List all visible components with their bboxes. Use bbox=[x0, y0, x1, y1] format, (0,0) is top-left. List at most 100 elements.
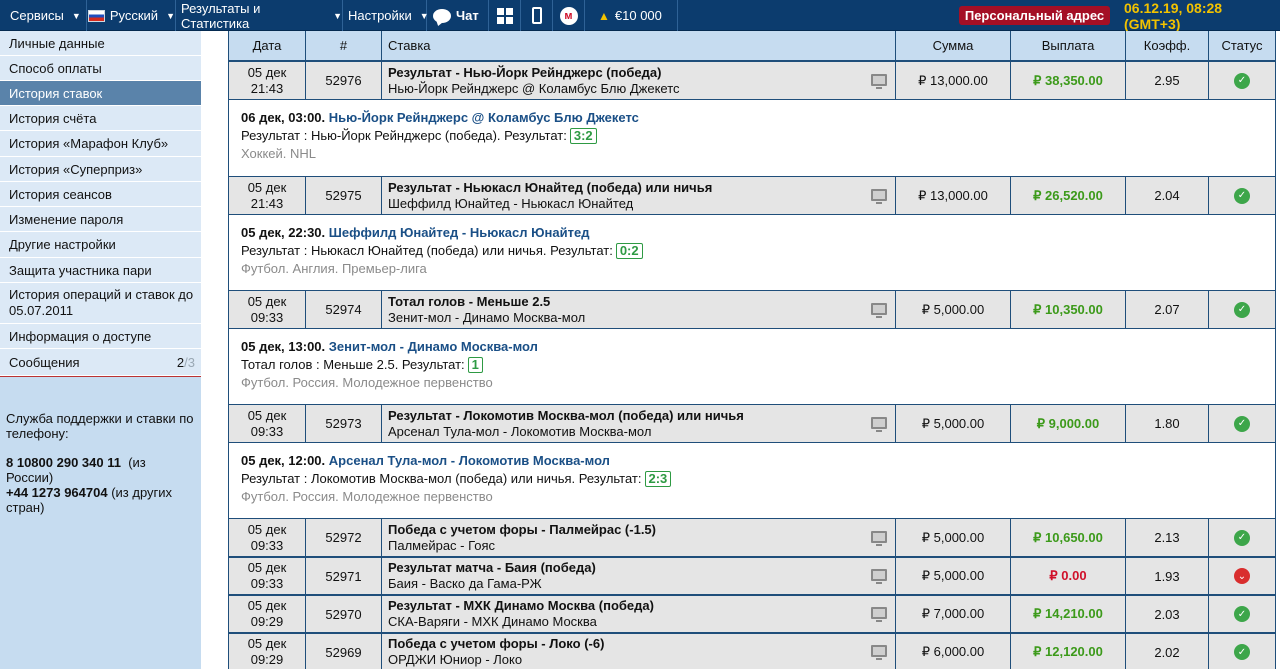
bet-day: 05 дек bbox=[247, 636, 287, 651]
table-row[interactable]: 05 дек 09:29 52970 Результат - МХК Динамо… bbox=[228, 595, 1276, 633]
bet-number: 52975 bbox=[306, 177, 382, 214]
event-time: 05 дек, 13:00. bbox=[241, 339, 326, 354]
chat-label: Чат bbox=[456, 8, 479, 23]
chevron-down-icon: ▼ bbox=[166, 10, 175, 21]
sidebar-item-label: Другие настройки bbox=[9, 237, 116, 252]
bet-detail-header: 05 дек, 22:30. Шеффилд Юнайтед - Ньюкасл… bbox=[241, 224, 1121, 242]
column-header-stake[interactable]: Ставка bbox=[382, 31, 896, 60]
bet-day: 05 дек bbox=[247, 179, 287, 195]
bet-number: 52973 bbox=[306, 405, 382, 442]
bet-status: ✓ bbox=[1209, 405, 1275, 442]
tv-icon[interactable] bbox=[871, 188, 887, 204]
sidebar-item-personal-data[interactable]: Личные данные bbox=[0, 31, 201, 56]
sidebar-item-bet-history[interactable]: История ставок bbox=[0, 81, 201, 106]
bet-number: 52971 bbox=[306, 558, 382, 594]
column-header-sum[interactable]: Сумма bbox=[896, 31, 1011, 60]
bet-match: Нью-Йорк Рейнджерс @ Коламбус Блю Джекет… bbox=[388, 80, 680, 96]
windows-app-button[interactable] bbox=[489, 0, 521, 31]
column-header-payout[interactable]: Выплата bbox=[1011, 31, 1126, 60]
column-header-number[interactable]: # bbox=[306, 31, 382, 60]
sidebar-item-label: История «Марафон Клуб» bbox=[9, 136, 169, 151]
tv-icon[interactable] bbox=[871, 607, 887, 622]
bet-time: 09:29 bbox=[250, 614, 284, 629]
table-row[interactable]: 05 дек 09:33 52972 Победа с учетом форы -… bbox=[228, 518, 1276, 557]
bet-sum: ₽ 6,000.00 bbox=[896, 634, 1011, 669]
bet-status: ✓ bbox=[1209, 596, 1275, 632]
chevron-down-icon: ▼ bbox=[333, 10, 342, 21]
event-link[interactable]: Шеффилд Юнайтед - Ньюкасл Юнайтед bbox=[329, 225, 590, 240]
personal-address-button[interactable]: Персональный адрес bbox=[959, 6, 1110, 25]
table-header-row: Дата # Ставка Сумма Выплата Коэфф. Стату… bbox=[228, 31, 1276, 61]
sidebar-divider bbox=[0, 376, 201, 377]
column-header-date[interactable]: Дата bbox=[229, 31, 306, 60]
language-label: Русский bbox=[109, 8, 159, 23]
settings-menu[interactable]: Настройки ▼ bbox=[343, 0, 429, 31]
bet-title: Результат - Ньюкасл Юнайтед (победа) или… bbox=[388, 179, 713, 195]
sidebar-item-superprize[interactable]: История «Суперприз» bbox=[0, 157, 201, 182]
column-header-status[interactable]: Статус bbox=[1209, 31, 1275, 60]
bet-coef: 2.13 bbox=[1126, 519, 1209, 556]
event-link[interactable]: Арсенал Тула-мол - Локомотив Москва-мол bbox=[329, 453, 610, 468]
tv-icon[interactable] bbox=[871, 416, 887, 432]
bet-status: ✓ bbox=[1209, 634, 1275, 669]
sidebar-item-access-info[interactable]: Информация о доступе bbox=[0, 324, 201, 349]
tv-icon[interactable] bbox=[871, 645, 887, 660]
bet-coef: 2.03 bbox=[1126, 596, 1209, 632]
sidebar-item-label: История сеансов bbox=[9, 186, 112, 202]
bet-match: СКА-Варяги - МХК Динамо Москва bbox=[388, 614, 597, 629]
russia-flag-icon bbox=[88, 9, 105, 22]
bet-time: 09:33 bbox=[250, 423, 284, 439]
sidebar-item-other-settings[interactable]: Другие настройки bbox=[0, 232, 201, 258]
check-icon: ✓ bbox=[1234, 301, 1250, 318]
table-row[interactable]: 05 дек 09:33 52971 Результат матча - Баия… bbox=[228, 557, 1276, 595]
language-select[interactable]: Русский ▼ bbox=[87, 0, 176, 31]
results-menu[interactable]: Результаты и Статистика ▼ bbox=[176, 0, 343, 31]
table-row[interactable]: 05 дек 09:33 52973 Результат - Локомотив … bbox=[228, 404, 1276, 443]
table-row[interactable]: 05 дек 21:43 52975 Результат - Ньюкасл Юн… bbox=[228, 176, 1276, 215]
check-icon: ✓ bbox=[1234, 529, 1250, 546]
sidebar-item-account-history[interactable]: История счёта bbox=[0, 106, 201, 131]
chat-button[interactable]: Чат bbox=[427, 0, 489, 31]
bet-stake: Результат - Ньюкасл Юнайтед (победа) или… bbox=[382, 177, 896, 214]
bet-date: 05 дек 09:33 bbox=[229, 405, 306, 442]
event-link[interactable]: Нью-Йорк Рейнджерс @ Коламбус Блю Джекет… bbox=[329, 110, 639, 125]
tv-icon[interactable] bbox=[871, 530, 887, 546]
marathon-logo-button[interactable]: м bbox=[553, 0, 585, 31]
score-badge: 1 bbox=[467, 357, 483, 373]
bet-payout: ₽ 0.00 bbox=[1011, 558, 1126, 594]
sidebar-item-old-history[interactable]: История операций и ставок до 05.07.2011 bbox=[0, 283, 201, 324]
bet-sum: ₽ 5,000.00 bbox=[896, 519, 1011, 556]
bet-sum: ₽ 5,000.00 bbox=[896, 405, 1011, 442]
support-info: Служба поддержки и ставки по телефону: 8… bbox=[6, 411, 196, 515]
bet-status: ✓ bbox=[1209, 62, 1275, 99]
account-sidebar: Личные данные Способ оплаты История став… bbox=[0, 31, 201, 669]
bet-date: 05 дек 21:43 bbox=[229, 177, 306, 214]
bet-time: 09:29 bbox=[250, 652, 284, 667]
column-header-coef[interactable]: Коэфф. bbox=[1126, 31, 1209, 60]
result-text: Тотал голов : Меньше 2.5. Результат: bbox=[241, 357, 465, 372]
event-link[interactable]: Зенит-мол - Динамо Москва-мол bbox=[329, 339, 538, 354]
table-row[interactable]: 05 дек 09:29 52969 Победа с учетом форы -… bbox=[228, 633, 1276, 669]
tv-icon[interactable] bbox=[871, 73, 887, 89]
services-menu[interactable]: Сервисы ▼ bbox=[0, 0, 87, 31]
sidebar-item-participant-protection[interactable]: Защита участника пари bbox=[0, 258, 201, 283]
sidebar-item-payment-method[interactable]: Способ оплаты bbox=[0, 56, 201, 81]
sidebar-item-messages[interactable]: Сообщения 2/3 bbox=[0, 349, 201, 376]
mobile-app-button[interactable] bbox=[521, 0, 553, 31]
bet-time: 09:33 bbox=[250, 309, 284, 325]
table-row[interactable]: 05 дек 21:43 52976 Результат - Нью-Йорк Р… bbox=[228, 61, 1276, 100]
top-navigation-bar: Сервисы ▼ Русский ▼ Результаты и Статистик… bbox=[0, 0, 1280, 32]
tv-icon[interactable] bbox=[871, 569, 887, 584]
bonus-balance[interactable]: ▲ €10 000 bbox=[585, 0, 678, 31]
tv-icon[interactable] bbox=[871, 302, 887, 318]
sidebar-item-marathon-club[interactable]: История «Марафон Клуб» bbox=[0, 131, 201, 157]
sidebar-item-change-password[interactable]: Изменение пароля bbox=[0, 207, 201, 232]
bet-number: 52969 bbox=[306, 634, 382, 669]
sidebar-item-label: История ставок bbox=[9, 85, 103, 101]
sidebar-item-sessions[interactable]: История сеансов bbox=[0, 182, 201, 207]
chevron-down-icon: ⌄ bbox=[1234, 568, 1250, 584]
bet-day: 05 дек bbox=[247, 560, 287, 575]
sidebar-item-label: Изменение пароля bbox=[9, 211, 124, 227]
bet-coef: 2.02 bbox=[1126, 634, 1209, 669]
table-row[interactable]: 05 дек 09:33 52974 Тотал голов - Меньше 2… bbox=[228, 290, 1276, 329]
